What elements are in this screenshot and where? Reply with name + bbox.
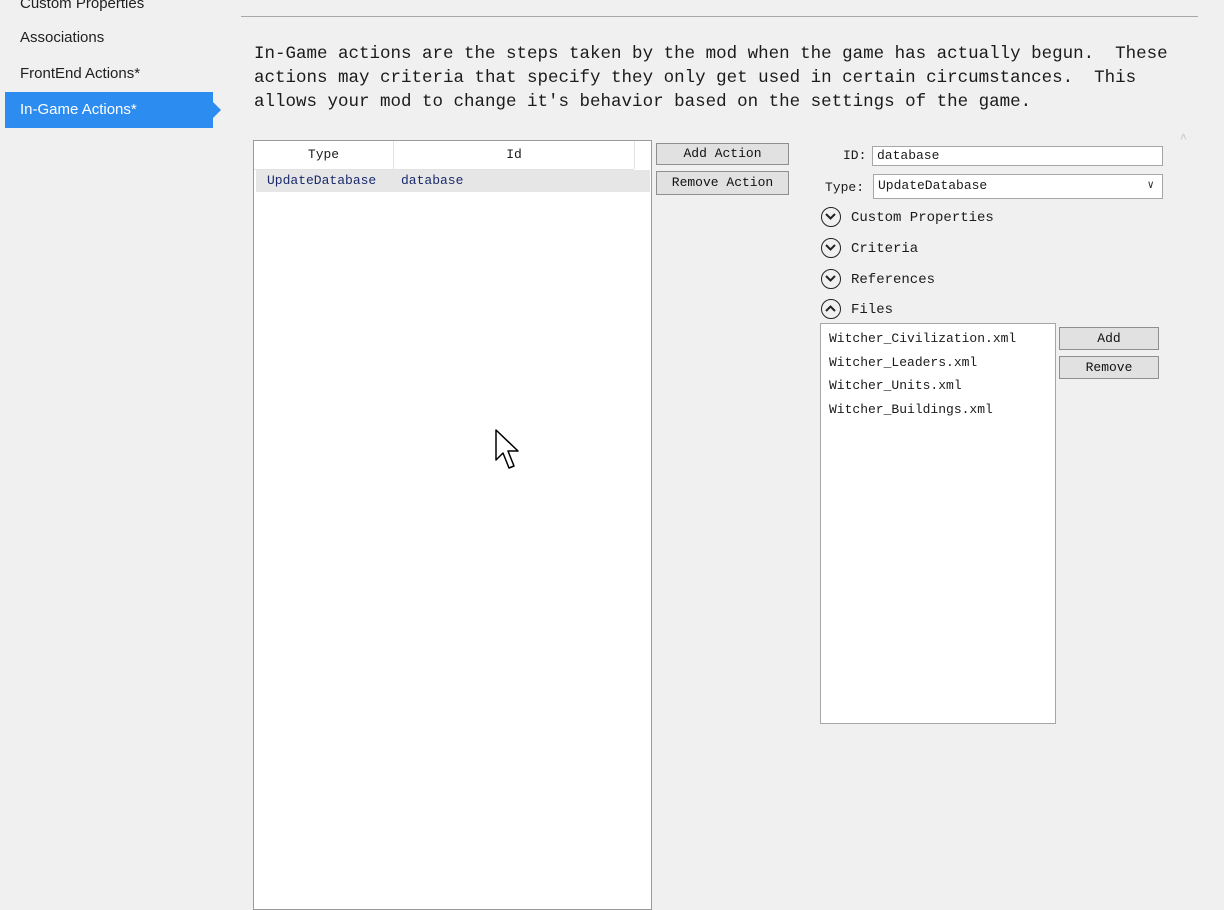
files-list[interactable]: Witcher_Civilization.xml Witcher_Leaders…: [820, 323, 1056, 724]
expander-label: Criteria: [851, 241, 919, 257]
list-item[interactable]: Witcher_Buildings.xml: [829, 402, 993, 417]
expander-label: Custom Properties: [851, 210, 994, 226]
sidebar-item-frontend-actions[interactable]: FrontEnd Actions*: [5, 56, 213, 92]
header-divider: [241, 16, 1198, 17]
column-header-type[interactable]: Type: [254, 141, 394, 169]
scroll-up-icon[interactable]: ˄: [1180, 130, 1187, 144]
column-header-id[interactable]: Id: [394, 141, 635, 169]
table-row[interactable]: UpdateDatabase database: [256, 170, 650, 192]
remove-file-button[interactable]: Remove: [1059, 356, 1159, 379]
type-select[interactable]: UpdateDatabase ∨: [873, 174, 1163, 199]
expander-label: Files: [851, 302, 894, 318]
sidebar-item-in-game-actions[interactable]: In-Game Actions*: [5, 92, 221, 128]
type-label: Type:: [825, 180, 865, 195]
sidebar-item-associations[interactable]: Associations: [5, 20, 213, 56]
list-item[interactable]: Witcher_Leaders.xml: [829, 355, 977, 370]
expander-label: References: [851, 272, 936, 288]
row-type-cell: UpdateDatabase: [267, 173, 377, 188]
actions-list[interactable]: Type Id UpdateDatabase database: [253, 140, 652, 910]
sidebar-item-custom-properties[interactable]: Custom Properties: [5, 0, 213, 22]
id-field[interactable]: database: [872, 146, 1163, 166]
expand-chevron-icon: [821, 238, 841, 258]
type-select-value: UpdateDatabase: [878, 178, 988, 193]
list-item[interactable]: Witcher_Units.xml: [829, 378, 962, 393]
row-id-cell: database: [401, 173, 464, 188]
mouse-cursor-icon: [494, 428, 522, 477]
list-item[interactable]: Witcher_Civilization.xml: [829, 331, 1016, 346]
add-action-button[interactable]: Add Action: [656, 143, 789, 165]
collapse-chevron-icon: [821, 299, 841, 319]
remove-action-button[interactable]: Remove Action: [656, 171, 789, 195]
chevron-down-icon: ∨: [1147, 180, 1154, 192]
actions-list-header: Type Id: [254, 141, 635, 170]
page-description: In-Game actions are the steps taken by t…: [254, 44, 1168, 112]
id-label: ID:: [843, 148, 867, 163]
sidebar: Custom Properties Associations FrontEnd …: [0, 0, 232, 901]
expand-chevron-icon: [821, 207, 841, 227]
add-file-button[interactable]: Add: [1059, 327, 1159, 350]
expand-chevron-icon: [821, 269, 841, 289]
